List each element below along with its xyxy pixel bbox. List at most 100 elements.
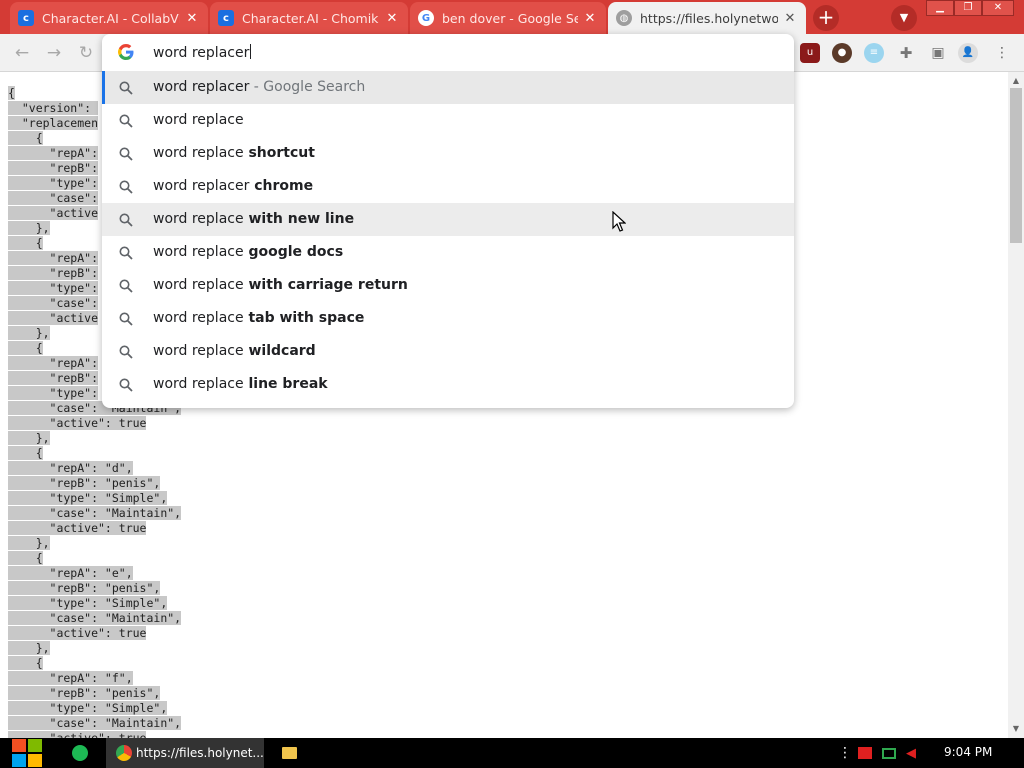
search-icon — [119, 345, 133, 359]
tab-google-search[interactable]: G ben dover - Google Search ✕ — [410, 2, 606, 34]
selected-text: "repA": "f", — [8, 671, 133, 685]
json-line: { — [8, 446, 181, 461]
ublock-icon[interactable]: u — [800, 43, 820, 63]
close-icon[interactable]: ✕ — [782, 10, 798, 26]
selected-text: }, — [8, 221, 50, 235]
flag-tray-icon[interactable] — [858, 738, 876, 768]
json-line: { — [8, 551, 181, 566]
omnibox-suggestion[interactable]: word replace shortcut — [102, 137, 794, 170]
json-line: "case": "Maintain", — [8, 611, 182, 626]
selected-text: { — [8, 236, 43, 250]
text-caret — [250, 44, 252, 59]
flag-extension-icon[interactable]: ≡ — [864, 43, 884, 63]
tab-strip: c Character.AI - CollabVM ✕ c Character.… — [0, 0, 1024, 34]
selected-text: "repB": — [8, 371, 99, 385]
close-icon[interactable]: ✕ — [384, 10, 400, 26]
json-line: "repB": "penis", — [8, 686, 181, 701]
json-line: "active": true — [8, 521, 181, 536]
avatar-extension-icon[interactable]: ● — [832, 43, 852, 63]
puzzle-icon[interactable]: ✚ — [896, 43, 916, 63]
tab-search-button[interactable]: ▼ — [891, 5, 917, 31]
tray-overflow-icon[interactable]: ⋮ — [838, 738, 852, 768]
omnibox-suggestion[interactable]: word replace with carriage return — [102, 269, 794, 302]
close-icon[interactable]: ✕ — [184, 10, 200, 26]
json-line: "type": "Simple", — [8, 701, 181, 716]
tab-title: Character.AI - Chomik — [242, 10, 379, 26]
taskbar: https://files.holynet... ⋮ ◀ 9:04 PM — [0, 738, 1024, 768]
selected-text: }, — [8, 641, 50, 655]
tab-character-ai-collabvm[interactable]: c Character.AI - CollabVM ✕ — [10, 2, 208, 34]
selected-text: "active": true — [8, 416, 147, 430]
selected-text: "repA": — [8, 356, 99, 370]
selection-indicator — [102, 71, 105, 104]
suggestion-completion-text: wildcard — [243, 343, 316, 359]
close-icon[interactable]: ✕ — [582, 10, 598, 26]
tab-title: https://files.holynetwork — [640, 10, 778, 26]
forward-arrow-icon[interactable]: → — [42, 41, 66, 65]
tab-files-holynetwork[interactable]: ◍ https://files.holynetwork ✕ — [608, 2, 806, 34]
omnibox-suggestion[interactable]: word replace line break — [102, 368, 794, 401]
vertical-scrollbar[interactable]: ▲ ▼ — [1008, 72, 1024, 738]
suggestion-typed-text: word replace — [153, 277, 244, 293]
search-icon — [119, 378, 133, 392]
taskbar-chrome-button[interactable]: https://files.holynet... — [106, 738, 264, 768]
omnibox-suggestion[interactable]: word replace — [102, 104, 794, 137]
google-icon — [118, 44, 134, 60]
selected-text: "type": — [8, 281, 99, 295]
json-line: "type": "Simple", — [8, 596, 181, 611]
selected-text: "type": — [8, 386, 99, 400]
windows-start-icon[interactable] — [10, 738, 44, 768]
selected-text: "active": true — [8, 521, 147, 535]
omnibox-suggestion[interactable]: word replacer - Google Search — [102, 71, 794, 104]
suggestion-text: word replace tab with space — [153, 310, 364, 326]
suggestion-typed-text: word replace — [153, 310, 244, 326]
network-tray-icon[interactable] — [882, 738, 900, 768]
suggestion-text: word replacer chrome — [153, 178, 313, 194]
minimize-button[interactable]: ▁ — [926, 0, 954, 16]
back-arrow-icon[interactable]: ← — [10, 41, 34, 65]
omnibox-input[interactable]: word replacer — [153, 44, 252, 61]
suggestion-text: word replace wildcard — [153, 343, 316, 359]
selected-text: { — [8, 446, 43, 460]
restore-button[interactable]: ❐ — [954, 0, 982, 16]
omnibox[interactable]: word replacer — [102, 34, 794, 71]
character-ai-icon: c — [18, 10, 34, 26]
profile-avatar[interactable]: 👤 — [958, 43, 978, 63]
scrollbar-thumb[interactable] — [1010, 88, 1022, 243]
omnibox-suggestion[interactable]: word replace google docs — [102, 236, 794, 269]
json-line: "repA": "e", — [8, 566, 181, 581]
suggestion-completion-text: chrome — [249, 178, 314, 194]
tab-character-ai-chomik[interactable]: c Character.AI - Chomik ✕ — [210, 2, 408, 34]
scroll-down-icon[interactable]: ▼ — [1008, 722, 1024, 736]
omnibox-suggestion[interactable]: word replacer chrome — [102, 170, 794, 203]
selected-text: "case": "Maintain", — [8, 716, 182, 730]
sidebar-icon[interactable]: ▣ — [928, 43, 948, 63]
spotify-icon[interactable] — [72, 738, 92, 768]
suggestion-typed-text: word replace — [153, 244, 244, 260]
selected-text: "version": — [8, 101, 99, 115]
close-window-button[interactable]: ✕ — [982, 0, 1014, 16]
character-ai-icon: c — [218, 10, 234, 26]
more-menu-icon[interactable]: ⋮ — [992, 43, 1012, 63]
json-line: "case": "Maintain", — [8, 716, 182, 731]
search-icon — [119, 180, 133, 194]
new-tab-button[interactable]: + — [813, 5, 839, 31]
json-line: "repA": "d", — [8, 461, 181, 476]
omnibox-suggestion[interactable]: word replace with new line — [102, 203, 794, 236]
omnibox-suggestion[interactable]: word replace wildcard — [102, 335, 794, 368]
search-icon — [119, 246, 133, 260]
omnibox-suggestion[interactable]: word replace tab with space — [102, 302, 794, 335]
google-icon: G — [418, 10, 434, 26]
selected-text: "repB": — [8, 161, 99, 175]
reload-icon[interactable]: ↻ — [74, 41, 98, 65]
scroll-up-icon[interactable]: ▲ — [1008, 74, 1024, 88]
search-icon — [119, 279, 133, 293]
globe-icon: ◍ — [616, 10, 632, 26]
suggestion-completion-text: line break — [243, 376, 328, 392]
suggestion-text: word replace — [153, 112, 244, 128]
suggestion-typed-text: word replace — [153, 112, 244, 128]
volume-muted-icon[interactable]: ◀ — [906, 738, 924, 768]
folder-icon[interactable] — [282, 738, 298, 768]
selected-text: "repB": "penis", — [8, 686, 161, 700]
selected-text: "repB": "penis", — [8, 581, 161, 595]
